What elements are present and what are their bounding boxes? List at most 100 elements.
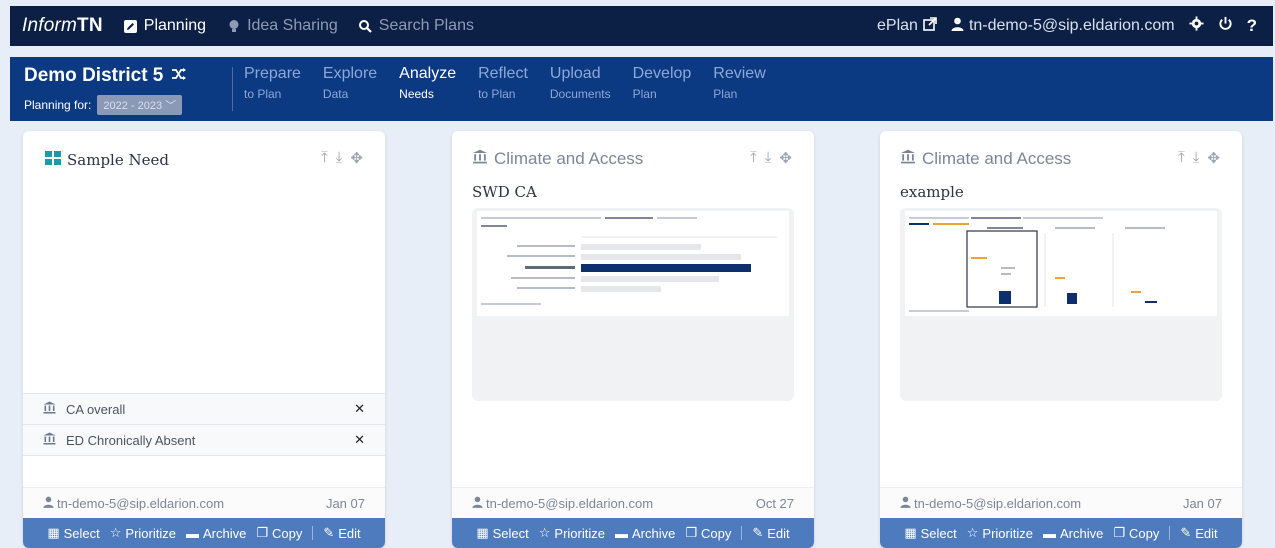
- copy-label: Copy: [272, 525, 303, 541]
- card-meta: tn-demo-5@sip.eldarion.com Jan 07: [23, 487, 385, 518]
- topbar-right: ePlan tn-demo-5@sip.eldarion.com ?: [877, 16, 1257, 36]
- shuffle-icon[interactable]: [171, 65, 187, 87]
- step-subtitle: Needs: [399, 87, 434, 101]
- building-icon: [43, 401, 56, 417]
- user-icon: [472, 496, 483, 511]
- card-header: Climate and Access: [472, 149, 643, 169]
- planning-steps: Prepare to Plan Explore Data Analyze Needs …: [244, 65, 766, 101]
- archive-button[interactable]: ▬ Archive: [1043, 526, 1103, 541]
- step-subtitle: Data: [322, 87, 349, 101]
- card-author: tn-demo-5@sip.eldarion.com: [486, 495, 654, 511]
- pencil-icon: ✎: [323, 525, 335, 540]
- divider: [741, 526, 743, 540]
- remove-icon[interactable]: ✕: [354, 432, 365, 448]
- drag-move-icon[interactable]: ✥: [779, 149, 792, 167]
- step-analyze[interactable]: Analyze Needs: [399, 65, 456, 101]
- move-to-top-icon[interactable]: ⤒: [321, 149, 328, 167]
- top-navbar: InformTN Planning Idea Sharing Search Pl…: [10, 6, 1273, 46]
- card-subtitle: example: [900, 183, 964, 201]
- brand-part-1: Inform: [22, 15, 78, 36]
- divider: [1169, 526, 1171, 540]
- select-button[interactable]: ▦ Select: [47, 525, 99, 541]
- year-select[interactable]: 2022 - 2023 ﹀: [97, 95, 183, 115]
- edit-button[interactable]: ✎ Edit: [323, 525, 360, 541]
- step-title: Prepare: [244, 65, 301, 82]
- card-date: Oct 27: [755, 495, 794, 511]
- drag-move-icon[interactable]: ✥: [1207, 149, 1220, 167]
- user-icon: [951, 17, 964, 36]
- step-review[interactable]: Review Plan: [713, 65, 765, 101]
- edit-button[interactable]: ✎ Edit: [1180, 525, 1217, 541]
- nav-planning[interactable]: Planning: [123, 17, 206, 35]
- step-title: Reflect: [478, 65, 528, 82]
- chart-thumbnail[interactable]: [472, 208, 794, 401]
- list-item[interactable]: ED Chronically Absent ✕: [23, 425, 385, 456]
- copy-label: Copy: [1129, 525, 1160, 541]
- prioritize-button[interactable]: ☆ Prioritize: [539, 525, 605, 541]
- need-card: Sample Need ⤒ ⤓ ✥ CA overall ✕ ED Chroni…: [23, 131, 385, 548]
- user-menu[interactable]: tn-demo-5@sip.eldarion.com: [951, 17, 1175, 36]
- prioritize-button[interactable]: ☆ Prioritize: [110, 525, 176, 541]
- archive-button[interactable]: ▬ Archive: [186, 526, 246, 541]
- user-email: tn-demo-5@sip.eldarion.com: [968, 17, 1175, 34]
- drag-move-icon[interactable]: ✥: [350, 149, 363, 167]
- eplan-link[interactable]: ePlan: [877, 16, 937, 36]
- gear-icon[interactable]: [1189, 16, 1204, 36]
- card-tools: ⤒ ⤓ ✥: [321, 149, 363, 167]
- nav-search-plans[interactable]: Search Plans: [358, 17, 474, 35]
- copy-button[interactable]: ❐ Copy: [1113, 525, 1159, 541]
- copy-button[interactable]: ❐ Copy: [256, 525, 302, 541]
- archive-button[interactable]: ▬ Archive: [615, 526, 675, 541]
- brand-logo[interactable]: InformTN: [22, 15, 103, 37]
- move-down-icon[interactable]: ⤓: [765, 149, 772, 167]
- step-title: Analyze: [399, 65, 457, 82]
- move-to-top-icon[interactable]: ⤒: [1178, 149, 1185, 167]
- select-button[interactable]: ▦ Select: [476, 525, 528, 541]
- star-icon: ☆: [109, 525, 122, 540]
- grid-icon: ▦: [47, 525, 60, 540]
- star-icon: ☆: [538, 525, 551, 540]
- step-explore[interactable]: Explore Data: [323, 65, 377, 101]
- prioritize-label: Prioritize: [982, 525, 1033, 541]
- card-date: Jan 07: [325, 495, 365, 511]
- list-item-label: CA overall: [66, 401, 126, 417]
- edit-label: Edit: [1195, 525, 1218, 541]
- card-header: Climate and Access: [900, 149, 1071, 169]
- pencil-icon: ✎: [752, 525, 764, 540]
- step-develop[interactable]: Develop Plan: [633, 65, 692, 101]
- copy-icon: ❐: [685, 525, 697, 540]
- nav-planning-label: Planning: [143, 17, 207, 34]
- power-icon[interactable]: [1218, 16, 1233, 36]
- nav-idea-sharing[interactable]: Idea Sharing: [226, 17, 338, 35]
- step-prepare[interactable]: Prepare to Plan: [244, 65, 301, 101]
- card-tools: ⤒ ⤓ ✥: [750, 149, 792, 167]
- divider: [232, 67, 233, 111]
- edit-label: Edit: [338, 525, 361, 541]
- star-icon: ☆: [966, 525, 979, 540]
- data-card: Climate and Access ⤒ ⤓ ✥ example tn-demo…: [880, 131, 1242, 548]
- list-item[interactable]: CA overall ✕: [23, 394, 385, 425]
- card-author: tn-demo-5@sip.eldarion.com: [914, 495, 1082, 511]
- chevron-down-icon: ﹀: [165, 100, 177, 112]
- move-down-icon[interactable]: ⤓: [1193, 149, 1200, 167]
- prioritize-button[interactable]: ☆ Prioritize: [967, 525, 1033, 541]
- step-subtitle: Plan: [713, 87, 738, 101]
- grid-icon: ▦: [904, 525, 917, 540]
- chart-thumbnail[interactable]: [900, 208, 1222, 401]
- edit-button[interactable]: ✎ Edit: [752, 525, 789, 541]
- move-down-icon[interactable]: ⤓: [336, 149, 343, 167]
- lightbulb-icon: [226, 19, 241, 34]
- step-upload[interactable]: Upload Documents: [550, 65, 611, 101]
- archive-label: Archive: [202, 525, 247, 541]
- user-icon: [900, 496, 911, 511]
- divider: [312, 526, 314, 540]
- help-icon[interactable]: ?: [1247, 16, 1257, 36]
- move-to-top-icon[interactable]: ⤒: [750, 149, 757, 167]
- remove-icon[interactable]: ✕: [354, 401, 365, 417]
- select-button[interactable]: ▦ Select: [904, 525, 956, 541]
- card-meta: tn-demo-5@sip.eldarion.com Jan 07: [880, 487, 1242, 518]
- building-icon: [472, 149, 488, 169]
- step-reflect[interactable]: Reflect to Plan: [478, 65, 528, 101]
- copy-button[interactable]: ❐ Copy: [685, 525, 731, 541]
- pencil-icon: ✎: [1180, 525, 1192, 540]
